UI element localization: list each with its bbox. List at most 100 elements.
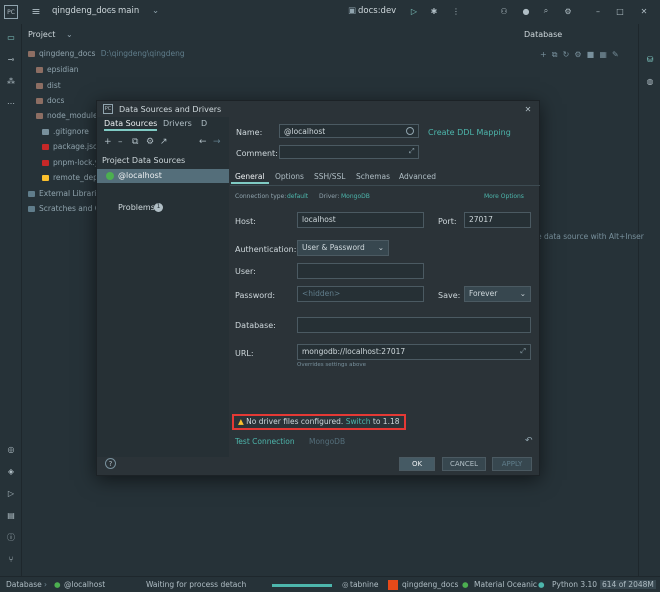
name-field[interactable]: @localhost <box>279 124 419 138</box>
status-memory[interactable]: 614 of 2048M <box>600 580 656 589</box>
tab-data-sources[interactable]: Data Sources <box>104 119 158 131</box>
status-database[interactable]: Database <box>6 580 42 589</box>
export-icon[interactable]: ↗ <box>160 137 168 147</box>
tab-drivers[interactable]: Drivers <box>163 119 192 128</box>
list-item[interactable]: dist <box>36 81 236 93</box>
settings-icon[interactable]: ⚙ <box>146 137 154 147</box>
more-options-link[interactable]: More Options <box>484 193 524 200</box>
table-icon[interactable]: ▦ <box>599 50 607 59</box>
edit-icon[interactable]: ✎ <box>612 50 619 59</box>
copy-icon[interactable]: ⧉ <box>132 137 138 147</box>
forward-icon[interactable]: → <box>213 137 221 147</box>
connection-type-value[interactable]: default <box>287 193 308 200</box>
password-label: Password: <box>235 291 276 300</box>
copy-icon[interactable]: ⧉ <box>552 50 558 59</box>
terminal-icon[interactable]: ▤ <box>4 508 18 522</box>
refresh-icon[interactable]: ↻ <box>563 50 570 59</box>
status-tabnine[interactable]: tabnine <box>350 580 379 589</box>
theme-icon: ● <box>462 580 469 589</box>
cancel-button[interactable]: CANCEL <box>442 457 486 471</box>
more-actions-icon[interactable]: ⋮ <box>450 5 462 17</box>
apply-button[interactable]: APPLY <box>492 457 532 471</box>
debug-icon[interactable]: ✱ <box>428 5 440 17</box>
password-field[interactable]: <hidden> <box>297 286 424 302</box>
status-theme[interactable]: Material Oceanic <box>474 580 537 589</box>
tab-more[interactable]: D <box>201 119 207 128</box>
services-icon[interactable]: ◎ <box>4 442 18 456</box>
authentication-select[interactable]: User & Password ⌄ <box>297 240 389 256</box>
run-config-selector[interactable]: docs:dev <box>358 6 396 16</box>
project-tool-icon[interactable]: ▭ <box>4 30 18 44</box>
tree-root[interactable]: qingdeng_docs D:\qingdeng\qingdeng <box>28 49 228 61</box>
status-source[interactable]: @localhost <box>64 580 105 589</box>
stop-icon[interactable]: ■ <box>587 50 595 59</box>
save-select[interactable]: Forever ⌄ <box>464 286 531 302</box>
remove-icon[interactable]: – <box>118 137 123 147</box>
chevron-down-icon: ⌄ <box>377 243 384 252</box>
comment-field[interactable] <box>279 145 419 159</box>
save-label: Save: <box>438 291 461 300</box>
chevron-down-icon: ⌄ <box>519 289 526 298</box>
close-icon[interactable]: ✕ <box>523 104 533 114</box>
branch-switcher[interactable]: main <box>118 6 139 16</box>
close-icon[interactable]: ✕ <box>638 5 650 17</box>
data-source-item[interactable]: @localhost <box>97 169 229 183</box>
reset-icon[interactable]: ↶ <box>525 436 533 446</box>
driver-value[interactable]: MongoDB <box>341 193 370 200</box>
host-field[interactable]: localhost <box>297 212 424 228</box>
settings-icon[interactable]: ⚙ <box>574 50 581 59</box>
structure-icon[interactable]: ⁂ <box>4 74 18 88</box>
commit-icon[interactable]: ⊸ <box>4 52 18 66</box>
project-switcher[interactable]: qingdeng_docs <box>52 6 116 16</box>
tab-general[interactable]: General <box>235 172 265 181</box>
problems-label[interactable]: Problems <box>118 203 155 212</box>
back-icon[interactable]: ← <box>199 137 207 147</box>
authentication-label: Authentication: <box>235 245 297 254</box>
menu-icon[interactable]: ≡ <box>30 5 42 18</box>
database-field[interactable] <box>297 317 531 333</box>
switch-driver-link[interactable]: Switch <box>346 417 371 426</box>
layers-icon[interactable]: ◈ <box>4 464 18 478</box>
user-field[interactable] <box>297 263 424 279</box>
dialog-title-bar: PC Data Sources and Drivers ✕ <box>97 101 539 117</box>
tab-underline <box>231 182 269 184</box>
status-project[interactable]: qingdeng_docs <box>402 580 458 589</box>
right-toolbar: ⛁ ◍ <box>638 24 660 576</box>
help-icon[interactable]: ? <box>105 458 116 469</box>
tab-schemas[interactable]: Schemas <box>356 172 390 181</box>
add-icon[interactable]: + <box>540 50 547 59</box>
ai-assistant-icon[interactable]: ● <box>520 5 532 17</box>
more-tools-icon[interactable]: … <box>4 94 18 108</box>
folder-icon <box>28 51 35 57</box>
minimize-icon[interactable]: – <box>592 5 604 17</box>
notifications-icon[interactable]: ◍ <box>643 74 657 88</box>
url-field[interactable]: mongodb://localhost:27017 ⤢ <box>297 344 531 360</box>
expand-icon[interactable]: ⤢ <box>520 347 526 356</box>
list-item[interactable]: epsidian <box>36 65 236 77</box>
user-label: User: <box>235 267 256 276</box>
tab-options[interactable]: Options <box>275 172 304 181</box>
run-icon[interactable]: ▷ <box>408 5 420 17</box>
test-connection-link[interactable]: Test Connection <box>235 437 295 446</box>
database-tool-icon[interactable]: ⛁ <box>643 52 657 66</box>
settings-icon[interactable]: ⚙ <box>562 5 574 17</box>
add-icon[interactable]: + <box>104 137 112 147</box>
progress-bar <box>272 584 332 587</box>
ok-button[interactable]: OK <box>399 457 435 471</box>
color-circle-icon[interactable] <box>406 127 414 135</box>
authentication-value: User & Password <box>302 243 365 252</box>
project-panel-title[interactable]: Project <box>28 30 55 39</box>
create-ddl-link[interactable]: Create DDL Mapping <box>428 128 511 137</box>
port-field[interactable]: 27017 <box>464 212 531 228</box>
tab-ssh-ssl[interactable]: SSH/SSL <box>314 172 345 181</box>
add-user-icon[interactable]: ⚇ <box>498 5 510 17</box>
status-python[interactable]: Python 3.10 <box>552 580 597 589</box>
expand-icon[interactable]: ⤢ <box>409 147 415 156</box>
run-tool-icon[interactable]: ▷ <box>4 486 18 500</box>
problems-icon[interactable]: ⓘ <box>4 530 18 544</box>
database-panel-title[interactable]: Database <box>524 30 562 39</box>
tab-advanced[interactable]: Advanced <box>399 172 436 181</box>
git-icon[interactable]: ⑂ <box>4 552 18 566</box>
search-icon[interactable]: ⌕ <box>540 5 552 17</box>
maximize-icon[interactable]: □ <box>614 5 626 17</box>
